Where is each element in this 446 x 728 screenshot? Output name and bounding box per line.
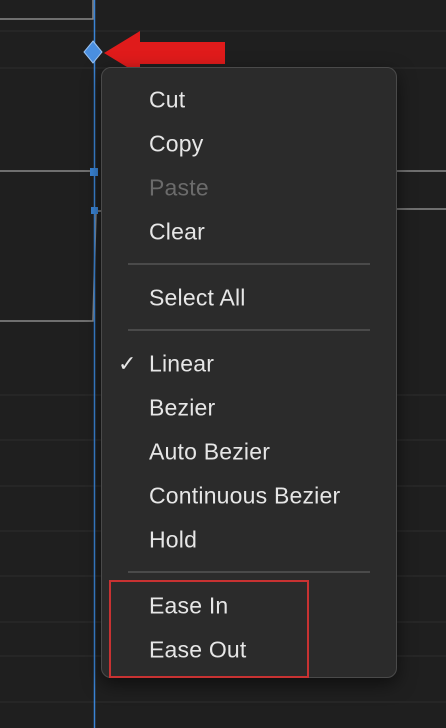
menu-item-label: Bezier: [149, 394, 216, 421]
menu-item-paste: Paste: [102, 168, 396, 208]
menu-item-label: Hold: [149, 526, 198, 553]
menu-item-label: Clear: [149, 218, 205, 245]
keyframe-marker: [91, 207, 98, 214]
menu-item-auto-bezier[interactable]: Auto Bezier: [102, 432, 396, 472]
menu-item-label: Copy: [149, 130, 204, 157]
menu-item-cut[interactable]: Cut: [102, 80, 396, 120]
menu-separator: [128, 263, 370, 265]
menu-item-hold[interactable]: Hold: [102, 520, 396, 560]
menu-item-label: Select All: [149, 284, 246, 311]
menu-separator: [128, 571, 370, 573]
menu-item-linear[interactable]: ✓ Linear: [102, 344, 396, 384]
keyframe-marker: [90, 168, 98, 176]
context-menu: Cut Copy Paste Clear Select All ✓ Linear…: [101, 67, 397, 678]
menu-item-label: Auto Bezier: [149, 438, 271, 465]
menu-item-clear[interactable]: Clear: [102, 212, 396, 252]
checkmark-icon: ✓: [118, 351, 137, 376]
menu-item-ease-out[interactable]: Ease Out: [102, 630, 396, 670]
menu-item-label: Linear: [149, 350, 215, 377]
menu-item-bezier[interactable]: Bezier: [102, 388, 396, 428]
menu-item-label: Paste: [149, 174, 209, 201]
menu-item-label: Ease Out: [149, 636, 247, 663]
menu-item-label: Continuous Bezier: [149, 482, 341, 509]
menu-item-continuous-bezier[interactable]: Continuous Bezier: [102, 476, 396, 516]
menu-item-label: Ease In: [149, 592, 229, 619]
menu-item-copy[interactable]: Copy: [102, 124, 396, 164]
menu-item-ease-in[interactable]: Ease In: [102, 586, 396, 626]
menu-separator: [128, 329, 370, 331]
keyframe-diamond-icon: [83, 40, 103, 64]
menu-item-label: Cut: [149, 86, 186, 113]
menu-item-select-all[interactable]: Select All: [102, 278, 396, 318]
